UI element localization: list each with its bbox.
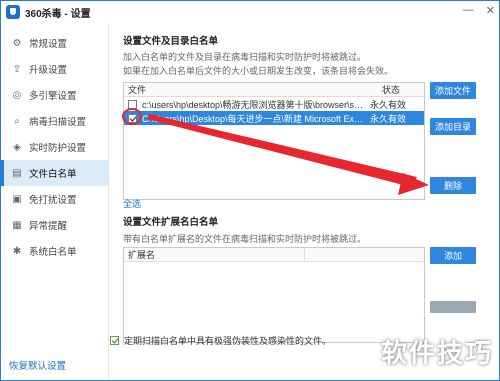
watermark-text: 软件技巧: [380, 338, 493, 368]
settings-window: 360杀毒 - 设置 — ✕ ⚙ 常规设置 ⇧ 升级设置 ◎ 多引擎设置 ⌕ 病…: [0, 0, 500, 381]
annotation-arrow: [147, 114, 429, 195]
